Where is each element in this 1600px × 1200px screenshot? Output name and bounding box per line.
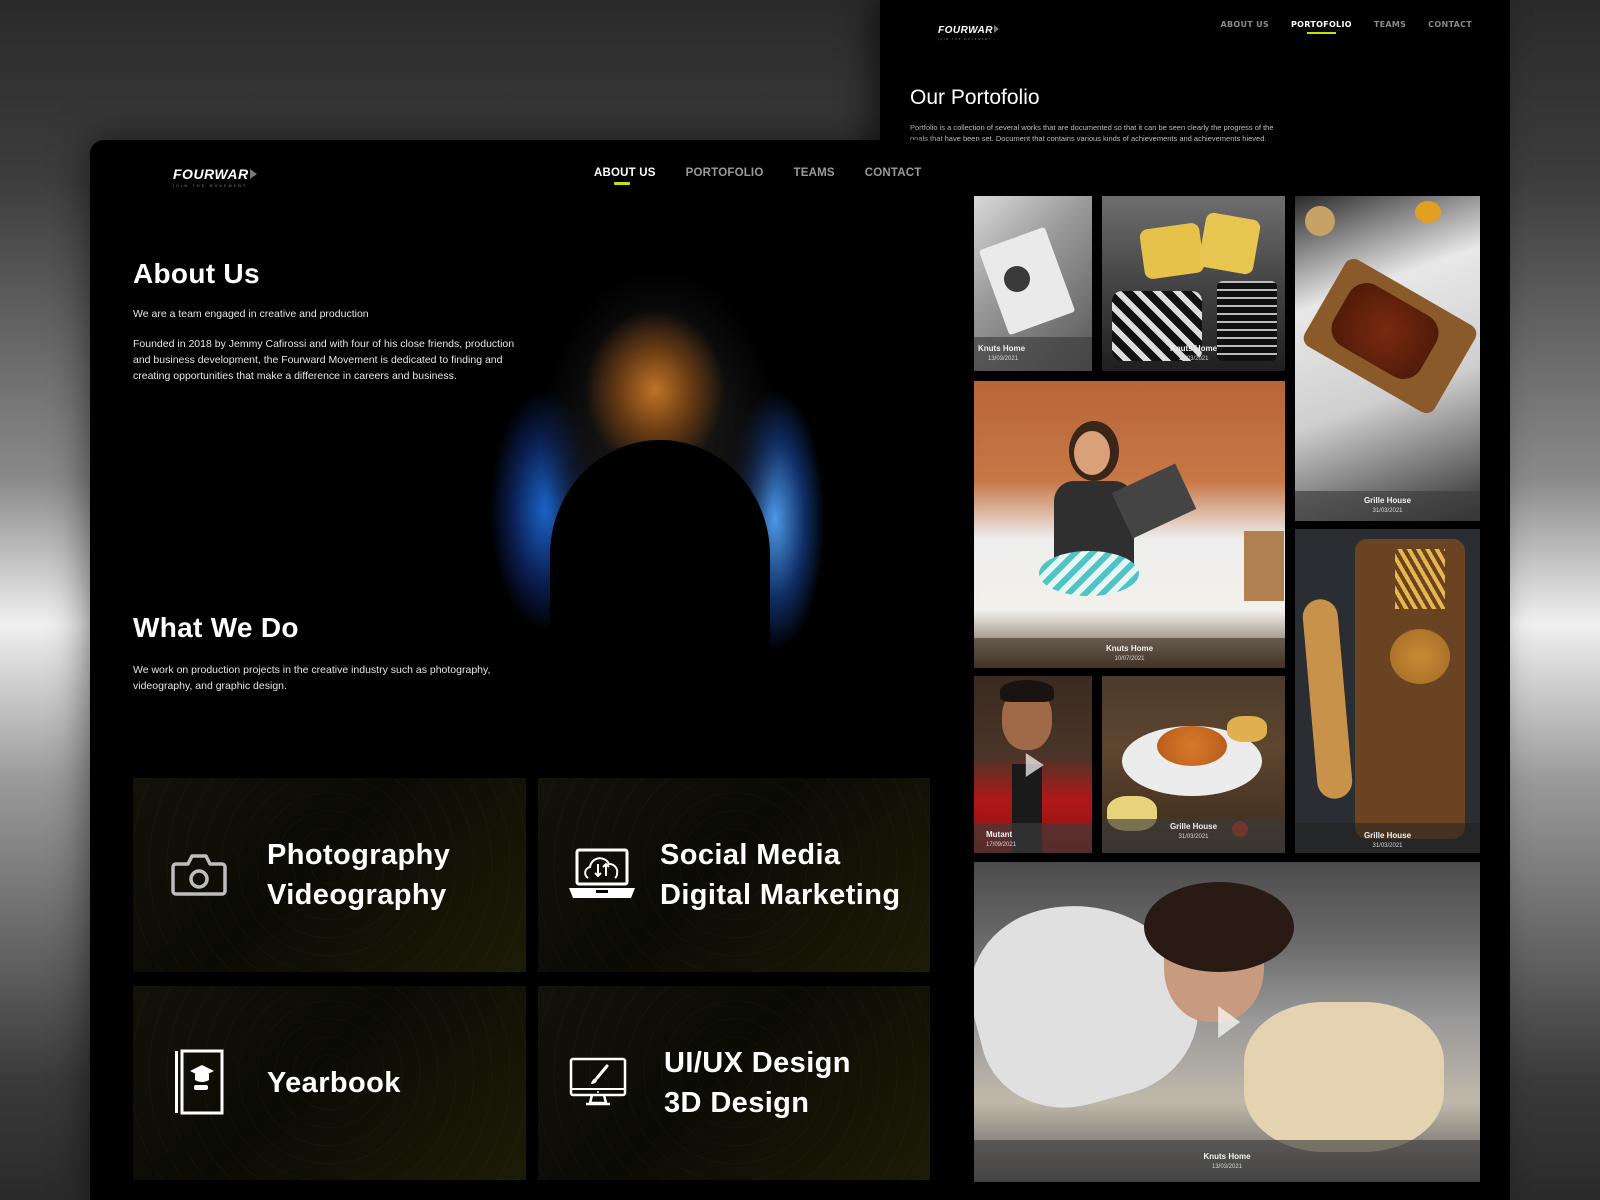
service-label: Photography Videography [267, 835, 450, 915]
portfolio-item-date: 10/07/2021 [1114, 656, 1145, 662]
portfolio-item[interactable]: Grille House 31/03/2021 [1102, 676, 1285, 853]
portfolio-item-date: 31/03/2021 [1372, 843, 1403, 849]
portfolio-video-item[interactable]: Mutant 17/09/2021 [974, 676, 1092, 853]
service-line: Yearbook [267, 1067, 401, 1099]
main-nav: ABOUT US PORTOFOLIO TEAMS CONTACT [594, 167, 922, 185]
nav-about-us[interactable]: ABOUT US [1220, 20, 1269, 29]
portfolio-nav: ABOUT US PORTOFOLIO TEAMS CONTACT [1220, 20, 1472, 34]
nav-about-us[interactable]: ABOUT US [594, 167, 656, 185]
portfolio-item-title: Knuts Home [1105, 644, 1154, 653]
portfolio-caption: Grille House 31/03/2021 [1102, 819, 1285, 853]
nav-portofolio[interactable]: PORTOFOLIO [1291, 20, 1352, 34]
yearbook-icon [169, 1049, 229, 1115]
portfolio-item-title: Grille House [1363, 831, 1412, 840]
portfolio-window: FOURWAR JOIN THE MOVEMENT ABOUT US PORTO… [880, 0, 1510, 1200]
hero-image [420, 210, 870, 670]
service-card-design[interactable]: UI/UX Design 3D Design [538, 986, 930, 1180]
service-label: UI/UX Design 3D Design [664, 1043, 851, 1123]
play-icon[interactable] [1218, 1006, 1241, 1038]
portfolio-video-item[interactable]: Knuts Home 13/03/2021 [974, 862, 1480, 1182]
portfolio-item-date: 31/03/2021 [1178, 834, 1209, 840]
portfolio-caption: Grille House 31/03/2021 [1295, 823, 1480, 853]
portfolio-item-date: 13/03/2021 [988, 356, 1019, 362]
portfolio-item-title: Grille House [1169, 822, 1218, 831]
camera-icon [169, 842, 229, 906]
portfolio-item[interactable]: Knuts Home 13/03/2021 [1102, 196, 1285, 371]
service-line: Digital Marketing [660, 879, 901, 911]
portfolio-caption: Mutant 17/09/2021 [974, 823, 1092, 853]
portfolio-description: Portfolio is a collection of several wor… [910, 123, 1274, 143]
portfolio-item[interactable]: Knuts Home 13/03/2021 [974, 196, 1092, 371]
nav-contact[interactable]: CONTACT [1428, 20, 1472, 29]
portfolio-thumbnail [1039, 551, 1139, 596]
service-line: UI/UX Design [664, 1047, 851, 1079]
portfolio-item-date: 13/03/2021 [1178, 356, 1209, 362]
portfolio-caption: Knuts Home 13/03/2021 [1102, 337, 1285, 371]
about-title: About Us [133, 258, 260, 289]
portfolio-thumbnail-badge [1004, 266, 1030, 292]
portfolio-thumbnail [1244, 531, 1284, 601]
about-body: Founded in 2018 by Jemmy Cafirossi and w… [133, 338, 515, 382]
service-line: Photography [267, 839, 451, 871]
portfolio-item-date: 17/09/2021 [986, 842, 1017, 848]
portfolio-thumbnail [1157, 726, 1227, 766]
portfolio-item[interactable]: Grille House 31/03/2021 [1295, 529, 1480, 853]
service-label: Yearbook [267, 1063, 401, 1103]
portfolio-thumbnail [1197, 211, 1262, 276]
portfolio-thumbnail [1390, 629, 1450, 684]
laptop-cloud-icon [564, 842, 640, 906]
nav-teams[interactable]: TEAMS [1374, 20, 1406, 29]
portfolio-thumbnail [1144, 882, 1294, 972]
portfolio-thumbnail [1074, 431, 1110, 475]
portfolio-thumbnail [1244, 1002, 1444, 1152]
logo-arrow-icon [249, 169, 257, 179]
service-label: Social Media Digital Marketing [660, 835, 900, 915]
logo-wordmark: FOURWAR [173, 166, 249, 182]
portfolio-caption: Grille House 31/03/2021 [1295, 491, 1480, 521]
monitor-brush-icon [568, 1050, 628, 1114]
portfolio-caption: Knuts Home 13/03/2021 [974, 337, 1092, 371]
portfolio-thumbnail [1415, 201, 1441, 223]
service-line: Videography [267, 879, 447, 911]
what-we-do-title: What We Do [133, 612, 299, 643]
portfolio-thumbnail [1227, 716, 1267, 742]
portfolio-item-title: Knuts Home [1203, 1152, 1251, 1161]
logo-wordmark: FOURWAR [938, 25, 993, 36]
portfolio-thumbnail [1395, 549, 1445, 609]
logo-tagline: JOIN THE MOVEMENT [938, 38, 992, 41]
portfolio-caption: Knuts Home 10/07/2021 [974, 638, 1285, 668]
portfolio-thumbnail [1000, 680, 1054, 702]
nav-portofolio[interactable]: PORTOFOLIO [686, 167, 764, 179]
nav-contact[interactable]: CONTACT [865, 167, 922, 179]
service-card-photography[interactable]: Photography Videography [133, 778, 526, 972]
portfolio-item[interactable]: Knuts Home 10/07/2021 [974, 381, 1285, 668]
logo-tagline: JOIN THE MOVEMENT [173, 184, 248, 188]
portfolio-item-date: 31/03/2021 [1372, 508, 1403, 514]
portfolio-item-title: Knuts Home [1169, 344, 1218, 353]
service-card-yearbook[interactable]: Yearbook [133, 986, 526, 1180]
logo[interactable]: FOURWAR JOIN THE MOVEMENT [938, 18, 999, 41]
logo-arrow-icon [993, 25, 999, 33]
nav-teams[interactable]: TEAMS [793, 167, 834, 179]
portfolio-caption: Knuts Home 13/03/2021 [974, 1140, 1480, 1182]
play-icon[interactable] [1025, 752, 1044, 777]
service-line: 3D Design [664, 1087, 810, 1119]
service-line: Social Media [660, 839, 841, 871]
what-we-do-body: We work on production projects in the cr… [133, 664, 491, 692]
about-window: FOURWAR JOIN THE MOVEMENT ABOUT US PORTO… [90, 140, 930, 1200]
portfolio-thumbnail [1138, 222, 1206, 280]
portfolio-thumbnail [1301, 597, 1354, 801]
portfolio-item-title: Knuts Home [978, 344, 1026, 353]
portfolio-thumbnail [1305, 206, 1335, 236]
about-subtitle: We are a team engaged in creative and pr… [133, 308, 369, 320]
portfolio-item[interactable]: Grille House 31/03/2021 [1295, 196, 1480, 521]
service-card-social-media[interactable]: Social Media Digital Marketing [538, 778, 930, 972]
portfolio-item-date: 13/03/2021 [1211, 1164, 1243, 1170]
portfolio-title: Our Portofolio [910, 86, 1040, 109]
portfolio-item-title: Grille House [1363, 496, 1412, 505]
portfolio-item-title: Mutant [986, 830, 1013, 839]
logo[interactable]: FOURWAR JOIN THE MOVEMENT [173, 164, 257, 188]
